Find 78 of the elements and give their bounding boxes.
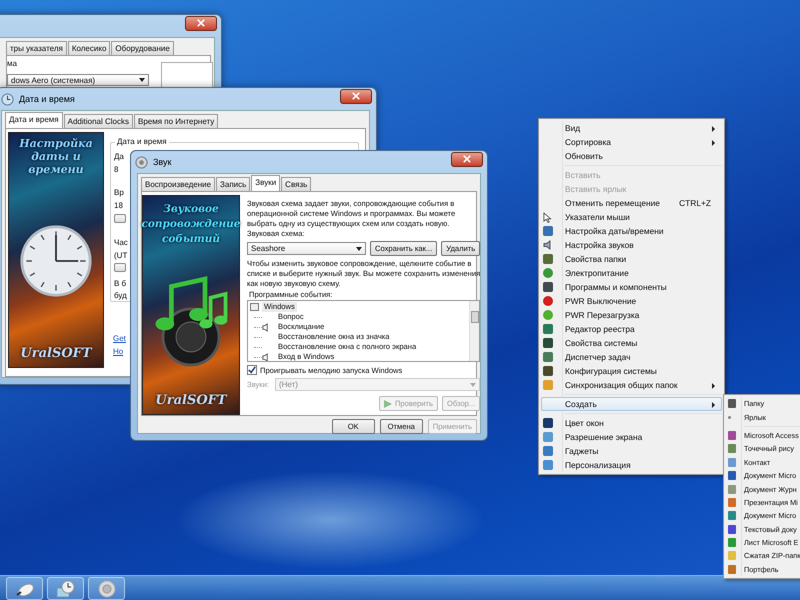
scheme-dropdown[interactable]: Seashore <box>247 242 366 255</box>
taskbar-button[interactable] <box>6 577 43 600</box>
taskbar-button[interactable] <box>47 577 84 600</box>
tab[interactable]: Запись <box>216 177 250 191</box>
label-text: (UT <box>114 250 128 261</box>
cursor-icon <box>543 212 552 222</box>
menu-item[interactable]: Синхронизация общих папок <box>541 378 722 392</box>
close-icon <box>463 155 471 163</box>
close-button[interactable] <box>340 88 372 104</box>
tab[interactable]: Связь <box>281 177 312 191</box>
submenu-arrow-icon <box>712 126 715 132</box>
tab[interactable]: Воспроизведение <box>141 177 216 191</box>
taskbar-button[interactable] <box>88 577 125 600</box>
menu-item[interactable]: Вид <box>541 121 722 135</box>
menu-item[interactable]: Программы и компоненты <box>541 280 722 294</box>
menu-item[interactable]: Указатели мыши <box>541 210 722 224</box>
tab[interactable]: тры указателя <box>6 41 67 55</box>
clock-icon <box>56 580 76 598</box>
banner-title: Настройка даты и времени <box>18 137 94 176</box>
menu-item[interactable]: Гаджеты <box>541 444 722 458</box>
group-label: ма <box>7 59 18 68</box>
menu-item[interactable]: Обновить <box>541 149 722 163</box>
tab[interactable]: Оборудование <box>111 41 174 55</box>
menu-item[interactable]: Свойства папки <box>541 252 722 266</box>
group-label: Дата и время <box>115 137 169 146</box>
close-icon <box>197 19 205 27</box>
speaker-icon <box>98 580 116 598</box>
menu-item[interactable]: Свойства системы <box>541 336 722 350</box>
window-title: Дата и время <box>19 94 75 104</box>
window-title: Звук <box>153 157 172 167</box>
label-text: Да <box>114 151 124 162</box>
submenu-arrow-icon <box>712 383 715 389</box>
menu-item[interactable]: Отменить перемещение CTRL+Z <box>541 196 722 210</box>
close-button[interactable] <box>185 16 217 30</box>
speaker-icon <box>135 156 148 168</box>
button[interactable] <box>114 263 126 272</box>
scrollbar[interactable] <box>469 301 480 361</box>
label-text: буд <box>114 290 127 301</box>
label-text: Час <box>114 237 128 248</box>
close-button[interactable] <box>451 152 483 166</box>
menu-item[interactable]: Конфигурация системы <box>541 364 722 378</box>
play-icon <box>384 400 392 408</box>
menu-item[interactable]: Создать <box>541 397 722 411</box>
submenu-arrow-icon <box>712 402 715 408</box>
menu-item[interactable]: Электропитание <box>541 266 722 280</box>
menu-item[interactable]: Цвет окон <box>541 416 722 430</box>
link[interactable]: Ho <box>113 345 124 358</box>
menu-item[interactable]: Сортировка <box>541 135 722 149</box>
button[interactable] <box>114 214 126 223</box>
clock-icon <box>1 92 14 106</box>
tab[interactable]: Дата и время <box>5 112 63 128</box>
link[interactable]: Get <box>113 332 126 345</box>
close-icon <box>352 92 360 100</box>
menu-item[interactable]: Настройка звуков <box>541 238 722 252</box>
mouse-icon <box>14 580 34 596</box>
tab[interactable]: Звуки <box>251 175 280 191</box>
brand-text: UralSOFT <box>20 346 92 361</box>
menu-item[interactable]: Диспетчер задач <box>541 350 722 364</box>
menu-item[interactable]: Персонализация <box>541 458 722 472</box>
label-text: 8 <box>114 164 118 175</box>
menu-item[interactable]: Редактор реестра <box>541 322 722 336</box>
scheme-dropdown[interactable]: dows Aero (системная) <box>7 74 149 86</box>
menu-item[interactable]: Разрешение экрана <box>541 430 722 444</box>
tab[interactable]: Колесико <box>68 41 110 55</box>
label-text: 18 <box>114 200 123 211</box>
shortcut-text: CTRL+Z <box>679 198 711 208</box>
dot-icon <box>728 416 731 419</box>
checkbox[interactable] <box>247 365 257 375</box>
submenu-arrow-icon <box>712 140 715 146</box>
brand-text: UralSOFT <box>155 393 227 408</box>
label-text: В б <box>114 278 126 289</box>
menu-item[interactable]: PWR Выключение <box>541 294 722 308</box>
label-text: Вр <box>114 187 124 198</box>
tab[interactable]: Время по Интернету <box>134 114 218 128</box>
tab[interactable]: Additional Clocks <box>64 114 133 128</box>
menu-item[interactable]: Настройка даты/времени <box>541 224 722 238</box>
menu-item[interactable]: PWR Перезагрузка <box>541 308 722 322</box>
speaker-icon <box>543 240 553 250</box>
